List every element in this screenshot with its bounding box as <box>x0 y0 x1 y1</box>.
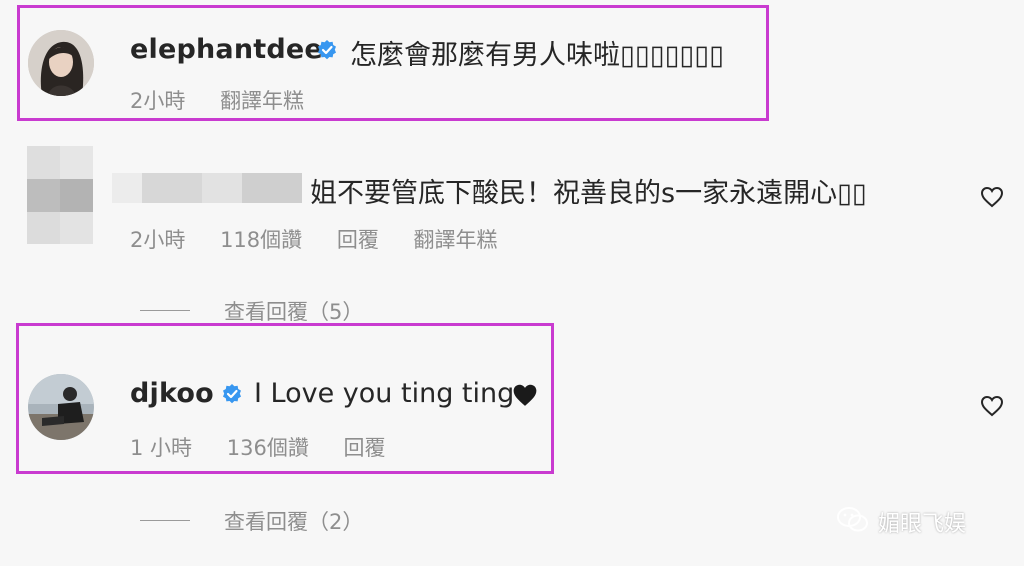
reply-button[interactable]: 回覆 <box>337 228 379 252</box>
comment-meta: 1 小時 136個讚 回覆 <box>130 432 414 462</box>
comment-text: 怎麼會那麼有男人味啦▯▯▯▯▯▯▯ <box>350 40 725 71</box>
comment-time: 2小時 <box>130 89 186 113</box>
avatar-blurred <box>27 146 93 244</box>
username[interactable]: elephantdee <box>130 34 323 65</box>
comment-meta: 2小時 翻譯年糕 <box>130 85 332 115</box>
avatar[interactable] <box>28 30 94 96</box>
avatar[interactable] <box>28 374 94 440</box>
verified-badge-icon <box>221 383 243 405</box>
like-count[interactable]: 136個讚 <box>227 436 309 460</box>
black-heart-icon <box>512 383 538 411</box>
comment-text: 姐不要管底下酸民！祝善良的s一家永遠開心▯▯ <box>310 178 867 209</box>
view-replies-button[interactable]: 查看回覆（2） <box>224 506 363 536</box>
translate-button[interactable]: 翻譯年糕 <box>220 89 304 113</box>
username-blurred <box>112 173 302 203</box>
replies-divider <box>140 520 190 521</box>
comment-meta: 2小時 118個讚 回覆 翻譯年糕 <box>130 224 526 254</box>
heart-outline-icon[interactable] <box>980 186 1004 208</box>
comment-time: 2小時 <box>130 228 186 252</box>
username[interactable]: djkoo <box>130 378 214 409</box>
verified-badge-icon <box>316 39 338 61</box>
translate-button[interactable]: 翻譯年糕 <box>414 228 498 252</box>
wechat-icon <box>836 506 870 538</box>
reply-button[interactable]: 回覆 <box>344 436 386 460</box>
heart-outline-icon[interactable] <box>980 395 1004 417</box>
replies-divider <box>140 310 190 311</box>
like-count[interactable]: 118個讚 <box>220 228 302 252</box>
watermark-text: 媚眼飞娱 <box>878 512 967 537</box>
watermark: 媚眼飞娱 <box>836 506 966 538</box>
comment-text: I Love you ting ting <box>254 378 515 409</box>
view-replies-button[interactable]: 查看回覆（5） <box>224 296 363 326</box>
comment-time: 1 小時 <box>130 436 193 460</box>
